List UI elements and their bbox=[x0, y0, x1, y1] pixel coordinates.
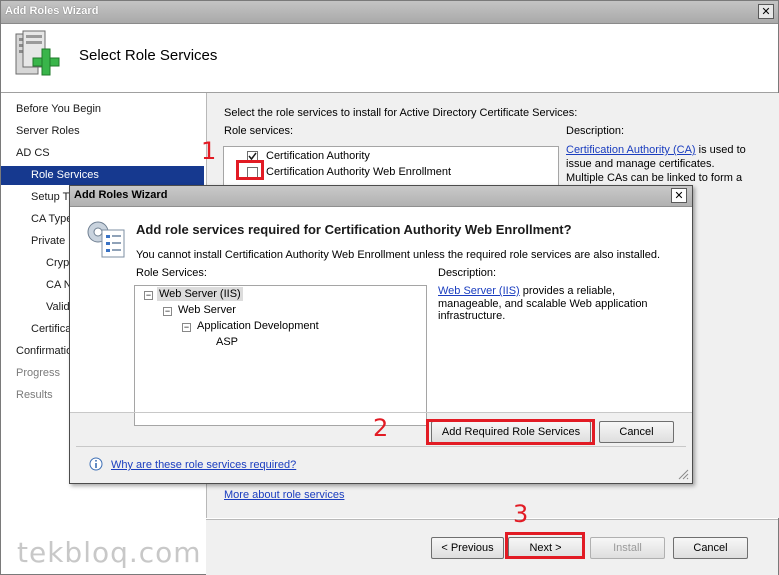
dialog-close-button[interactable]: ✕ bbox=[671, 188, 687, 203]
dialog-description-line2: manageable, and scalable Web application bbox=[438, 297, 648, 310]
tree-item-application-development[interactable]: Application Development bbox=[197, 320, 319, 332]
tree-item-web-server-iis[interactable]: Web Server (IIS) bbox=[157, 287, 243, 301]
nav-item-cryptography[interactable]: Cryp bbox=[46, 257, 69, 269]
close-icon: ✕ bbox=[674, 190, 684, 202]
nav-item-confirmation[interactable]: Confirmatio bbox=[16, 345, 72, 357]
dialog-title-bar: Add Roles Wizard ✕ bbox=[70, 186, 692, 207]
annotation-box-add-button bbox=[426, 419, 595, 445]
why-required-link[interactable]: Why are these role services required? bbox=[111, 459, 296, 471]
annotation-step-2: 2 bbox=[373, 414, 389, 442]
wizard-footer: < Previous Next > Install Cancel bbox=[206, 519, 778, 575]
dialog-heading: Add role services required for Certifica… bbox=[136, 222, 572, 237]
nav-item-private-key[interactable]: Private bbox=[31, 235, 65, 247]
dialog-description-line3: infrastructure. bbox=[438, 310, 506, 322]
nav-item-setup-type[interactable]: Setup T bbox=[31, 191, 69, 203]
description-line1: is used to bbox=[695, 144, 746, 156]
nav-item-before-you-begin[interactable]: Before You Begin bbox=[16, 103, 101, 115]
nav-item-results: Results bbox=[16, 389, 53, 401]
dialog-body: Add role services required for Certifica… bbox=[70, 207, 692, 426]
annotation-step-3: 3 bbox=[513, 500, 529, 528]
role-services-list: Certification Authority Certification Au… bbox=[223, 146, 559, 188]
description-label: Description: bbox=[566, 125, 625, 137]
nav-item-validity[interactable]: Valid bbox=[46, 301, 70, 313]
service-certification-authority[interactable]: Certification Authority bbox=[266, 150, 370, 162]
dialog-divider-lower bbox=[76, 446, 686, 447]
instruction-text: Select the role services to install for … bbox=[224, 107, 578, 119]
role-services-label: Role services: bbox=[224, 125, 294, 137]
dialog-description-label: Description: bbox=[438, 267, 497, 279]
nav-item-progress: Progress bbox=[16, 367, 61, 379]
service-ca-web-enrollment[interactable]: Certification Authority Web Enrollment bbox=[266, 166, 451, 178]
tree-collapse-icon[interactable]: − bbox=[182, 323, 191, 332]
nav-item-role-services[interactable]: Role Services bbox=[31, 169, 99, 181]
annotation-box-next-button bbox=[505, 532, 585, 559]
dialog-divider bbox=[70, 412, 692, 413]
dialog-description-line1: provides a reliable, bbox=[519, 285, 616, 297]
dialog-cancel-button[interactable]: Cancel bbox=[599, 421, 674, 443]
description-link-web-server[interactable]: Web Server (IIS) bbox=[438, 285, 520, 297]
description-line3: Multiple CAs can be linked to form a bbox=[566, 172, 743, 184]
tree-item-asp[interactable]: ASP bbox=[216, 336, 238, 348]
description-link-ca[interactable]: Certification Authority (CA) bbox=[566, 144, 696, 156]
watermark: tekbloq.com bbox=[17, 536, 202, 569]
role-services-gear-icon bbox=[87, 221, 125, 258]
title-bar: Add Roles Wizard ✕ bbox=[1, 1, 778, 24]
nav-item-ca-type[interactable]: CA Type bbox=[31, 213, 72, 225]
tree-collapse-icon[interactable]: − bbox=[163, 307, 172, 316]
dialog-title: Add Roles Wizard bbox=[74, 189, 168, 201]
info-icon bbox=[89, 457, 103, 471]
nav-item-ad-cs[interactable]: AD CS bbox=[16, 147, 50, 159]
previous-button[interactable]: < Previous bbox=[431, 537, 504, 559]
install-button: Install bbox=[590, 537, 665, 559]
description-line2: issue and manage certificates. bbox=[566, 158, 715, 170]
wizard-header: Select Role Services bbox=[1, 24, 778, 93]
window-title: Add Roles Wizard bbox=[5, 5, 99, 17]
dialog-message: You cannot install Certification Authori… bbox=[136, 249, 660, 261]
tree-collapse-icon[interactable]: − bbox=[144, 291, 153, 300]
annotation-step-1: 1 bbox=[201, 137, 217, 165]
annotation-box-checkbox bbox=[236, 160, 264, 180]
nav-item-certificate-database[interactable]: Certifica bbox=[31, 323, 71, 335]
cancel-button[interactable]: Cancel bbox=[673, 537, 748, 559]
dialog-description-text: Web Server (IIS) provides a reliable, ma… bbox=[438, 285, 678, 323]
resize-grip-icon[interactable] bbox=[677, 468, 689, 480]
close-button[interactable]: ✕ bbox=[758, 4, 774, 19]
page-title: Select Role Services bbox=[79, 47, 218, 64]
description-text: Certification Authority (CA) is used to … bbox=[566, 143, 771, 185]
nav-item-ca-name[interactable]: CA N bbox=[46, 279, 72, 291]
dialog-role-services-label: Role Services: bbox=[136, 267, 207, 279]
nav-item-server-roles[interactable]: Server Roles bbox=[16, 125, 80, 137]
required-services-tree: − Web Server (IIS) − Web Server − Applic… bbox=[134, 285, 427, 426]
tree-item-web-server[interactable]: Web Server bbox=[178, 304, 236, 316]
close-icon: ✕ bbox=[761, 6, 771, 18]
server-roles-icon bbox=[15, 30, 60, 76]
more-about-role-services-link[interactable]: More about role services bbox=[224, 489, 344, 501]
